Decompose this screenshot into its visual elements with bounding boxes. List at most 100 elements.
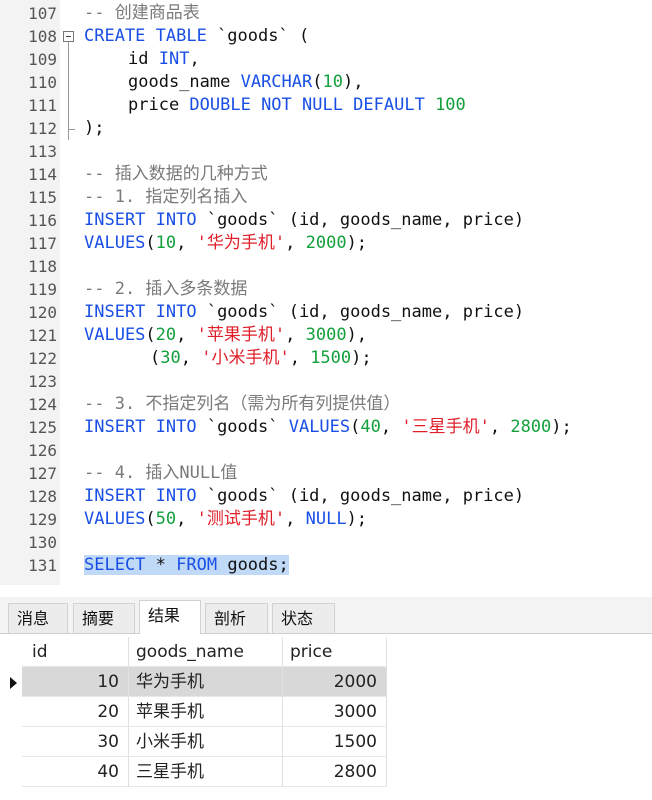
tab-3[interactable]: 结果 1 bbox=[139, 600, 201, 655]
tab-4[interactable]: 剖析 bbox=[205, 603, 268, 633]
table-cell[interactable]: 2000 bbox=[283, 667, 387, 697]
code-token: ); bbox=[346, 233, 368, 253]
column-header-price[interactable]: price bbox=[283, 637, 387, 667]
code-token: ), bbox=[342, 72, 364, 92]
sql-keyword: DOUBLE NOT NULL DEFAULT bbox=[189, 95, 436, 115]
line-number: 131 bbox=[28, 556, 57, 575]
row-indicator[interactable] bbox=[0, 697, 20, 727]
code-text: INSERT INTO `goods` (id, goods_name, pri… bbox=[84, 209, 524, 232]
code-token: `goods` (id, goods_name, price) bbox=[206, 302, 525, 322]
table-cell[interactable]: 3000 bbox=[283, 697, 387, 727]
table-cell[interactable]: 1500 bbox=[283, 727, 387, 757]
code-text: VALUES(20, '苹果手机', 3000), bbox=[84, 324, 367, 347]
table-cell[interactable]: 三星手机 bbox=[129, 757, 283, 787]
code-line: 116 INSERT INTO `goods` (id, goods_name, … bbox=[0, 209, 652, 232]
table-cell[interactable]: 30 bbox=[22, 727, 129, 757]
code-line: 125 INSERT INTO `goods` VALUES(40, '三星手机'… bbox=[0, 416, 652, 439]
code-token: , bbox=[285, 509, 306, 529]
table-cell[interactable]: 华为手机 bbox=[129, 667, 283, 697]
sql-keyword: VALUES bbox=[84, 325, 146, 345]
code-text: -- 1. 指定列名插入 bbox=[84, 186, 247, 209]
code-text: -- 插入数据的几种方式 bbox=[84, 163, 268, 186]
line-number: 126 bbox=[28, 441, 57, 460]
code-text: -- 3. 不指定列名（需为所有列提供值） bbox=[84, 393, 400, 416]
line-number: 121 bbox=[28, 326, 57, 345]
code-token: , bbox=[189, 49, 200, 69]
table-cell[interactable]: 苹果手机 bbox=[129, 697, 283, 727]
sql-keyword: INSERT INTO bbox=[84, 417, 207, 437]
code-token: ( bbox=[145, 325, 156, 345]
code-token: ( bbox=[350, 417, 361, 437]
code-line: 122 (30, '小米手机', 1500); bbox=[0, 347, 652, 370]
sql-editor[interactable]: 107 -- 创建商品表 108 CREATE TABLE `goods` (109 i… bbox=[0, 0, 652, 585]
code-line: 112); bbox=[0, 117, 652, 140]
code-token: ), bbox=[346, 325, 368, 345]
sql-comment: -- 创建商品表 bbox=[84, 3, 200, 23]
line-number: 112 bbox=[28, 119, 57, 138]
column-header-id[interactable]: id bbox=[22, 637, 129, 667]
sql-comment: -- 3. 不指定列名（需为所有列提供值） bbox=[84, 394, 401, 414]
sql-comment: -- 4. 插入NULL值 bbox=[84, 463, 238, 483]
row-indicator[interactable] bbox=[0, 667, 20, 697]
code-token: , bbox=[489, 417, 511, 437]
code-token: ( bbox=[145, 233, 156, 253]
column-header-goods_name[interactable]: goods_name bbox=[129, 637, 283, 667]
line-number: 114 bbox=[28, 165, 57, 184]
code-token: ); bbox=[346, 509, 368, 529]
table-cell[interactable]: 10 bbox=[22, 667, 129, 697]
line-number: 117 bbox=[28, 234, 57, 253]
code-token: ); bbox=[84, 118, 105, 138]
code-token: * bbox=[155, 555, 177, 575]
string-literal: '测试手机' bbox=[196, 509, 286, 529]
code-line: 114 -- 插入数据的几种方式 bbox=[0, 163, 652, 186]
table-cell[interactable]: 40 bbox=[22, 757, 129, 787]
code-text: SELECT * FROM goods; bbox=[84, 554, 289, 577]
code-token: `goods` ( bbox=[217, 26, 310, 46]
code-text: INSERT INTO `goods` (id, goods_name, pri… bbox=[84, 485, 524, 508]
code-line: 108 CREATE TABLE `goods` ( bbox=[0, 25, 652, 48]
number-literal: 2800 bbox=[510, 417, 552, 437]
sql-keyword: VALUES bbox=[84, 233, 146, 253]
code-text: -- 2. 插入多条数据 bbox=[84, 278, 247, 301]
row-indicator[interactable] bbox=[0, 727, 20, 757]
line-number: 129 bbox=[28, 510, 57, 529]
code-text: id INT, bbox=[128, 48, 200, 71]
sql-keyword: VARCHAR bbox=[240, 72, 313, 92]
tab-1[interactable]: 消息 bbox=[8, 603, 68, 633]
sql-keyword: VALUES bbox=[288, 417, 351, 437]
code-token: , bbox=[176, 233, 197, 253]
code-text: -- 创建商品表 bbox=[84, 2, 200, 25]
code-text: -- 4. 插入NULL值 bbox=[84, 462, 237, 485]
code-line: 123 bbox=[0, 370, 652, 393]
sql-comment: -- 2. 插入多条数据 bbox=[84, 279, 248, 299]
tab-5[interactable]: 状态 bbox=[272, 603, 335, 633]
code-token: , bbox=[176, 325, 197, 345]
code-text: price DOUBLE NOT NULL DEFAULT 100 bbox=[128, 94, 466, 117]
line-number: 128 bbox=[28, 487, 57, 506]
number-literal: 10 bbox=[155, 233, 177, 253]
table-cell[interactable]: 小米手机 bbox=[129, 727, 283, 757]
fold-collapse-icon[interactable] bbox=[63, 31, 74, 42]
result-panel: 消息摘要结果 1剖析状态 idgoods_nameprice 10华为手机2000… bbox=[0, 597, 652, 800]
code-token: `goods` (id, goods_name, price) bbox=[206, 210, 525, 230]
string-literal: '小米手机' bbox=[201, 348, 290, 368]
row-indicator[interactable] bbox=[0, 757, 20, 787]
code-token: , bbox=[176, 509, 197, 529]
number-literal: 100 bbox=[435, 95, 466, 115]
code-line: 110 goods_name VARCHAR(10), bbox=[0, 71, 652, 94]
code-line: 124 -- 3. 不指定列名（需为所有列提供值） bbox=[0, 393, 652, 416]
code-text: (30, '小米手机', 1500); bbox=[150, 347, 372, 370]
line-number: 107 bbox=[28, 4, 57, 23]
number-literal: 1500 bbox=[310, 348, 352, 368]
sql-keyword: CREATE TABLE bbox=[84, 26, 218, 46]
sql-keyword: INSERT INTO bbox=[84, 486, 207, 506]
table-cell[interactable]: 20 bbox=[22, 697, 129, 727]
code-line: 117 VALUES(10, '华为手机', 2000); bbox=[0, 232, 652, 255]
code-text: VALUES(50, '测试手机', NULL); bbox=[84, 508, 367, 531]
line-number: 125 bbox=[28, 418, 57, 437]
line-number: 120 bbox=[28, 303, 57, 322]
number-literal: 20 bbox=[155, 325, 177, 345]
table-cell[interactable]: 2800 bbox=[283, 757, 387, 787]
tab-2[interactable]: 摘要 bbox=[73, 603, 135, 633]
string-literal: '华为手机' bbox=[196, 233, 286, 253]
